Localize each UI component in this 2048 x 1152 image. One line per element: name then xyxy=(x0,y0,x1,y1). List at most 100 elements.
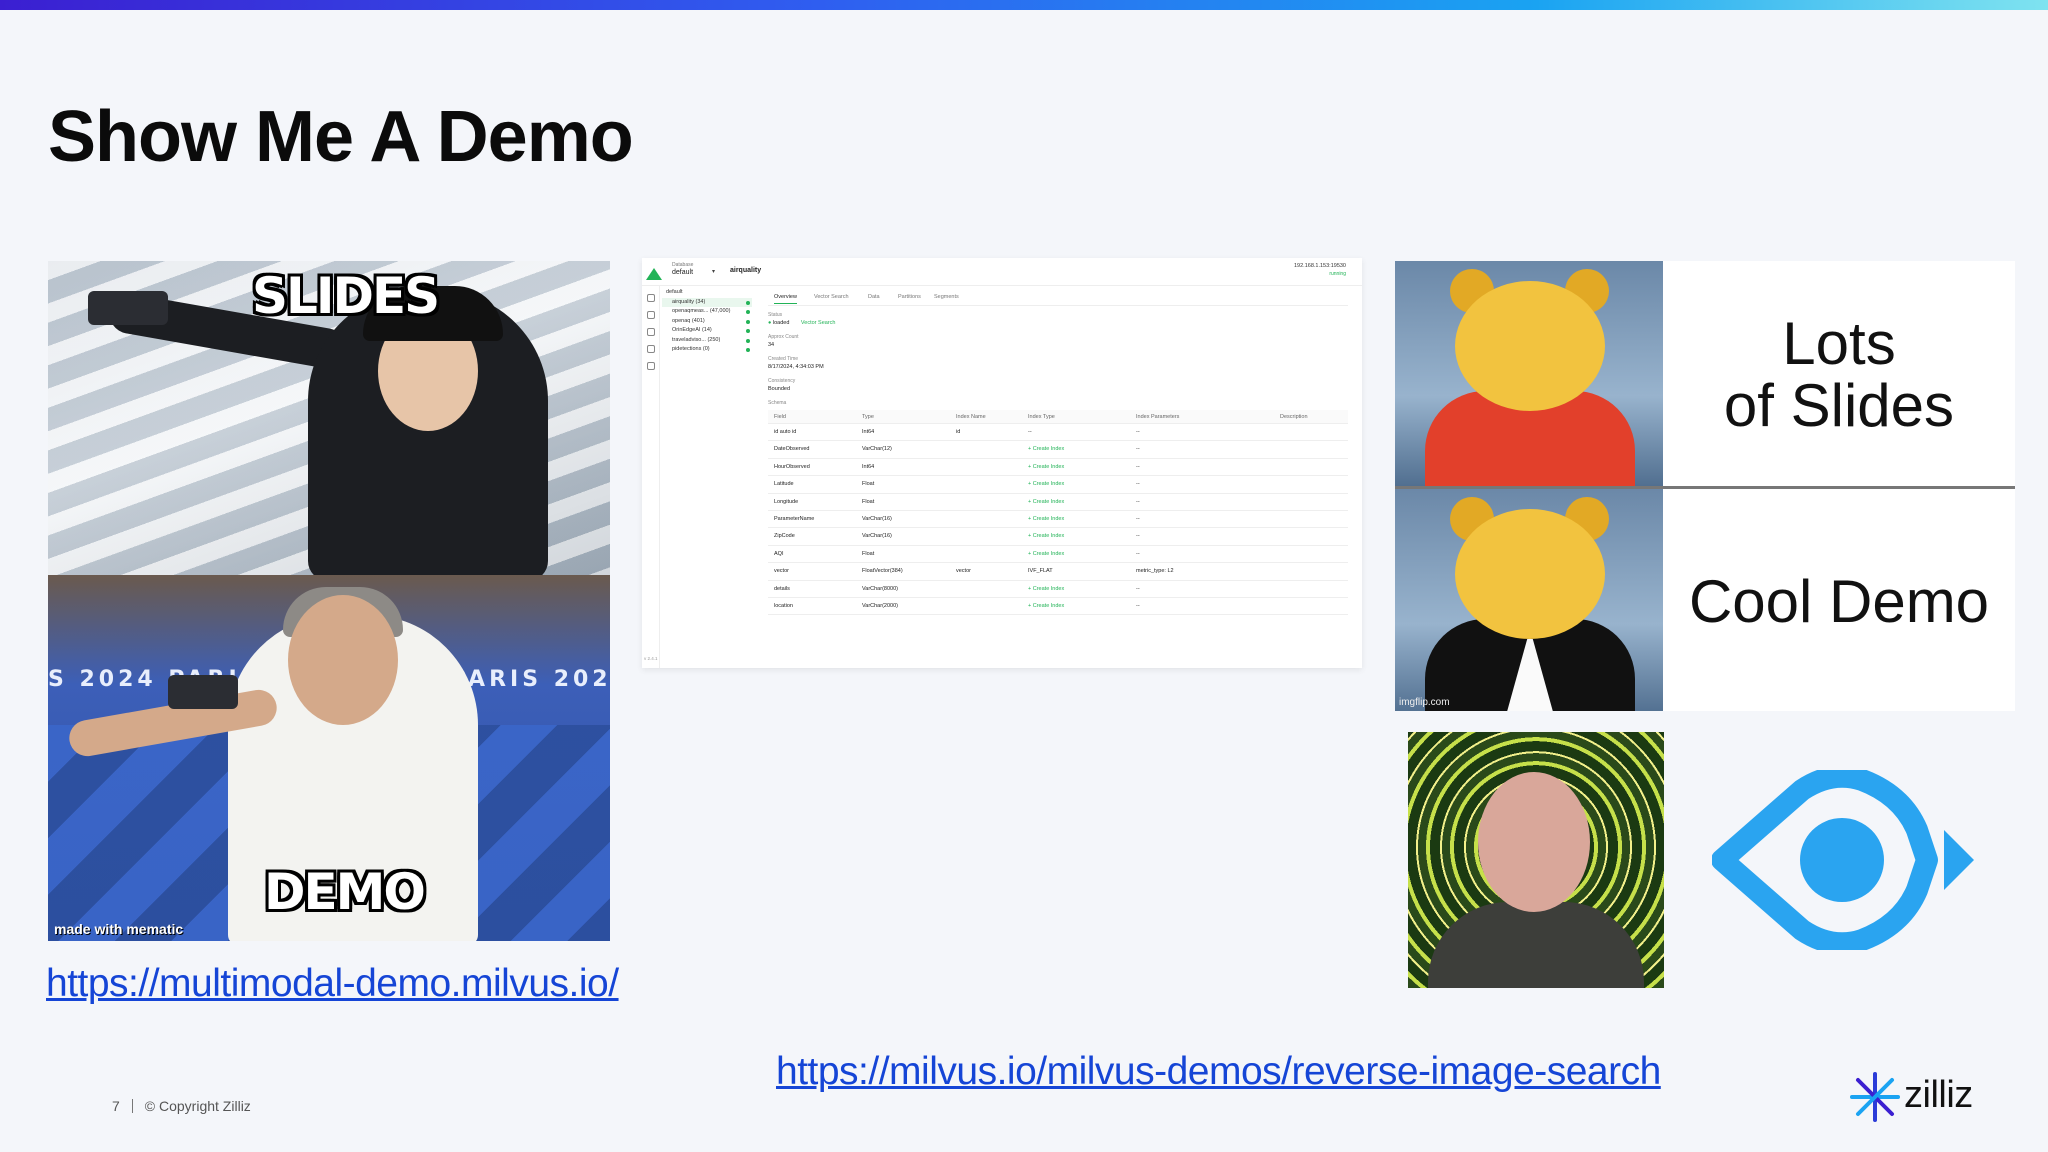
table-cell: VarChar(16) xyxy=(862,515,892,522)
meme-label-slides: SLIDES xyxy=(252,267,440,325)
pooh-casual-image xyxy=(1395,261,1663,486)
table-cell: Float xyxy=(862,498,875,505)
table-cell: VarChar(2000) xyxy=(862,602,898,609)
tree-item[interactable]: OrinEdgeAI (14) xyxy=(662,326,752,336)
table-cell: id xyxy=(956,429,961,435)
table-row: details VarChar(8000) + Create Index -- xyxy=(768,581,1348,598)
table-cell: details xyxy=(774,585,790,592)
create-index-button[interactable]: + Create Index xyxy=(1028,499,1064,505)
create-index-button[interactable]: + Create Index xyxy=(1028,533,1064,539)
multimodal-demo-link[interactable]: https://multimodal-demo.milvus.io/ xyxy=(46,962,619,1006)
user-icon[interactable] xyxy=(647,345,655,353)
table-cell: -- xyxy=(1136,429,1140,435)
zilliz-star-icon xyxy=(1850,1072,1900,1122)
status-row: ● loaded Vector Search xyxy=(768,320,836,326)
status-label: Status xyxy=(768,312,783,318)
reverse-image-search-link[interactable]: https://milvus.io/milvus-demos/reverse-i… xyxy=(776,1050,1661,1094)
table-row: ParameterName VarChar(16) + Create Index -- xyxy=(768,511,1348,529)
table-cell: vector xyxy=(774,568,789,575)
create-index-button[interactable]: + Create Index xyxy=(1028,481,1064,487)
create-index-button[interactable]: + Create Index xyxy=(1028,586,1064,592)
pooh-bottom-text: Cool Demo xyxy=(1688,568,1990,635)
database-select[interactable]: default xyxy=(672,269,693,276)
attu-nav-rail xyxy=(642,286,660,668)
mematic-watermark: made with mematic xyxy=(54,921,184,937)
table-row: HourObserved Int64 + Create Index -- xyxy=(768,459,1348,477)
table-cell: DateObserved xyxy=(774,446,810,453)
tab-segments[interactable]: Segments xyxy=(934,294,959,300)
create-index-button[interactable]: + Create Index xyxy=(1028,446,1064,452)
loaded-indicator xyxy=(746,310,750,314)
accent-bar xyxy=(0,0,2048,10)
tree-item[interactable]: airquality (34) xyxy=(662,297,752,307)
schema-label: Schema xyxy=(768,400,787,406)
tab-bar: Overview Vector Search Data Partitions Segme… xyxy=(768,292,1348,306)
chevron-down-icon: ▾ xyxy=(712,269,716,275)
create-index-button[interactable]: + Create Index xyxy=(1028,464,1064,470)
database-icon[interactable] xyxy=(647,311,655,319)
zilliz-logo: zilliz xyxy=(1848,1070,1978,1124)
loaded-indicator xyxy=(746,300,750,305)
status-value: loaded xyxy=(772,320,790,326)
tab-vector-search[interactable]: Vector Search xyxy=(814,294,849,300)
copyright-text: © Copyright Zilliz xyxy=(144,1098,251,1114)
table-cell: Longitude xyxy=(774,498,799,505)
database-label: Database xyxy=(672,262,694,268)
attu-screenshot: Database default ▾ airquality 192.168.1.… xyxy=(642,258,1362,668)
settings-icon[interactable] xyxy=(647,362,655,370)
table-cell: Float xyxy=(862,550,875,557)
table-cell: -- xyxy=(1136,463,1140,470)
vector-search-link[interactable]: Vector Search xyxy=(801,320,836,326)
table-cell: FloatVector(384) xyxy=(862,568,903,575)
collection-name: airquality xyxy=(730,267,762,274)
tree-item[interactable]: openaqmeas... (47,000) xyxy=(662,307,752,317)
table-row: location VarChar(2000) + Create Index -- xyxy=(768,598,1348,616)
column-header: Description xyxy=(1280,414,1308,420)
table-cell: -- xyxy=(1136,550,1140,557)
table-cell: AQI xyxy=(774,550,784,557)
version-label: v 2.4.1 xyxy=(644,656,658,661)
table-cell: -- xyxy=(1136,446,1140,453)
table-cell: HourObserved xyxy=(774,463,810,470)
table-row: Longitude Float + Create Index -- xyxy=(768,494,1348,511)
loaded-indicator xyxy=(746,338,750,343)
table-cell: Int64 xyxy=(862,463,875,470)
tab-partitions[interactable]: Partitions xyxy=(898,294,921,300)
eye-icon xyxy=(1712,770,1974,950)
bolt-icon[interactable] xyxy=(647,328,655,336)
collection-tree: default airquality (34) openaqmeas... (47,… xyxy=(662,288,752,355)
slide-title: Show Me A Demo xyxy=(48,97,634,177)
zilliz-wordmark: zilliz xyxy=(1904,1074,1973,1116)
tree-root[interactable]: default xyxy=(662,288,752,298)
tab-data[interactable]: Data xyxy=(868,294,880,300)
home-icon[interactable] xyxy=(647,294,655,302)
table-cell: -- xyxy=(1136,481,1140,488)
pooh-tuxedo-image xyxy=(1395,489,1663,711)
table-row: DateObserved VarChar(12) + Create Index -- xyxy=(768,441,1348,459)
create-index-button[interactable]: + Create Index xyxy=(1028,551,1064,557)
pooh-top-text: Lots of Slides xyxy=(1723,310,1955,439)
imgflip-watermark: imgflip.com xyxy=(1399,697,1450,708)
meme-label-demo: DEMO xyxy=(264,863,426,921)
table-cell: -- xyxy=(1136,585,1140,592)
column-header: Type xyxy=(862,414,874,420)
slides-vs-demo-meme: S 2024 PARIS 2024 2024 PARIS 202 SLIDES … xyxy=(48,261,610,941)
schema-table: Field Type Index Name Index Type Index Param… xyxy=(768,410,1348,616)
table-cell: vector xyxy=(956,568,971,575)
table-cell: Latitude xyxy=(774,481,794,488)
table-cell: -- xyxy=(1136,533,1140,540)
attu-header: Database default ▾ airquality 192.168.1.… xyxy=(642,258,1362,286)
consistency-value: Bounded xyxy=(768,386,791,392)
server-status: running xyxy=(1329,271,1346,277)
pooh-meme: Lots of Slides Cool Demo imgflip.com xyxy=(1395,261,2015,711)
tab-overview[interactable]: Overview xyxy=(774,294,797,304)
tree-item[interactable]: pidetections (0) xyxy=(662,345,752,355)
column-header: Field xyxy=(774,414,786,420)
create-index-button[interactable]: + Create Index xyxy=(1028,516,1064,522)
created-time-label: Created Time xyxy=(768,356,799,362)
create-index-button[interactable]: + Create Index xyxy=(1028,603,1064,609)
tree-item[interactable]: traveladviso... (250) xyxy=(662,336,752,346)
column-header: Index Name xyxy=(956,414,986,420)
tree-item[interactable]: openaq (401) xyxy=(662,317,752,327)
table-row: id auto id Int64 id -- -- xyxy=(768,424,1348,442)
